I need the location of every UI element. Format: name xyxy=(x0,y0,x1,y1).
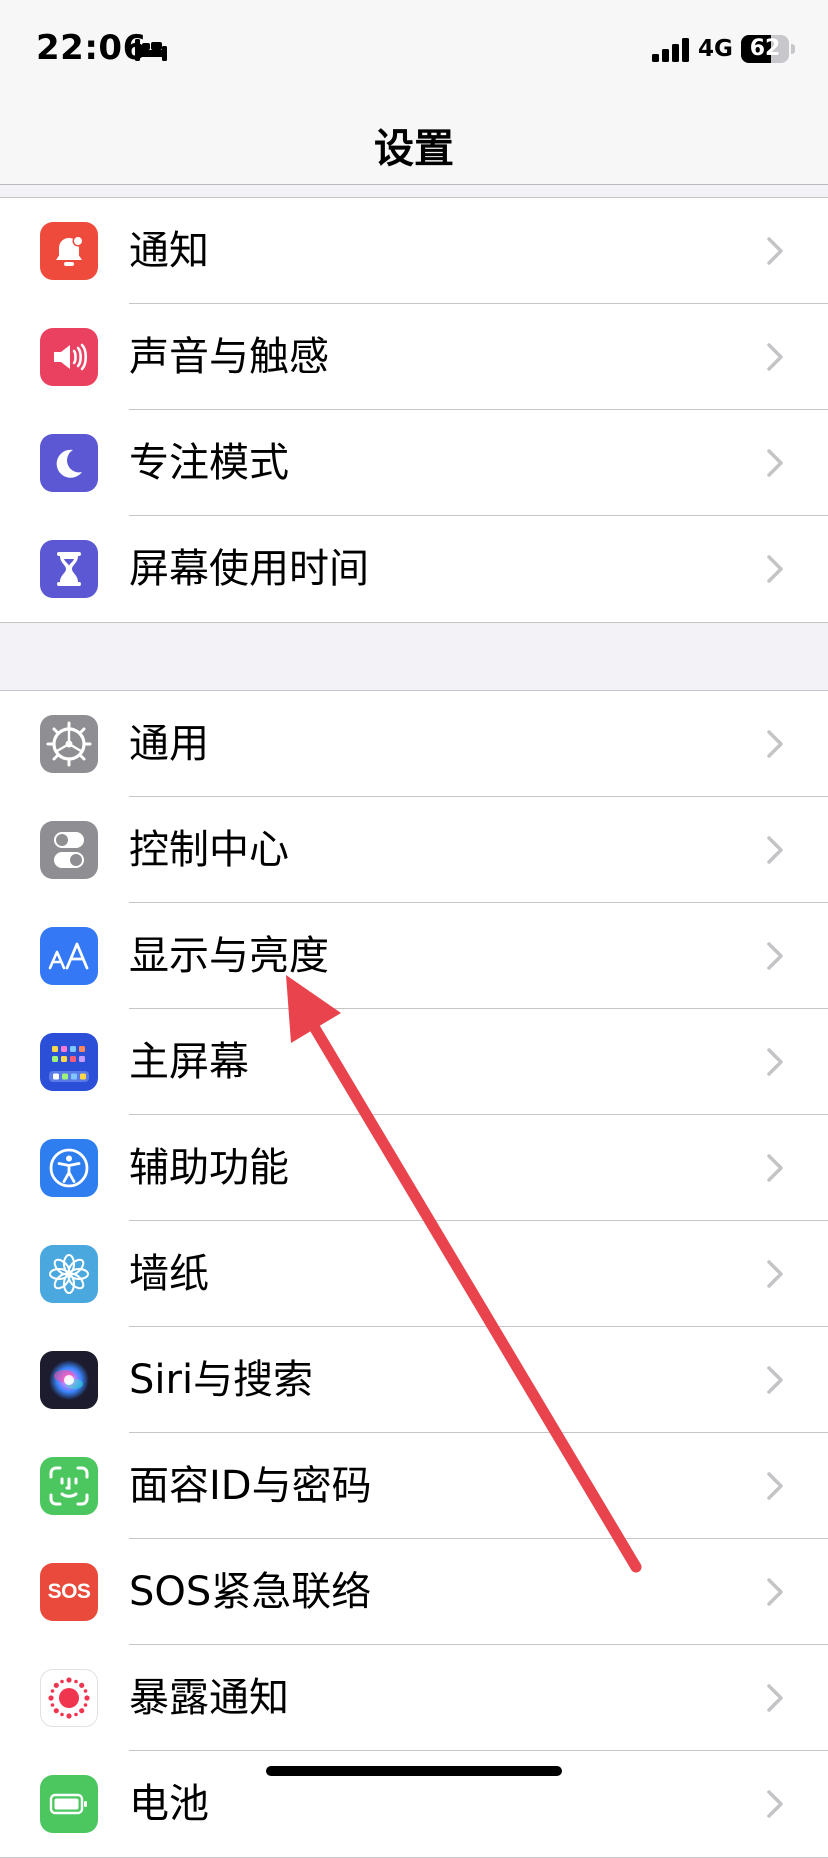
chevron-right-icon xyxy=(767,449,783,477)
navigation-bar: 设置 xyxy=(0,100,828,185)
settings-row-emergency-sos[interactable]: SOS SOS紧急联络 xyxy=(0,1539,828,1645)
sleep-bed-icon xyxy=(135,39,167,61)
settings-row-wallpaper[interactable]: 墙纸 xyxy=(0,1221,828,1327)
chevron-right-icon xyxy=(767,1578,783,1606)
toggle-switches-icon xyxy=(40,821,98,879)
settings-row-label: 电池 xyxy=(129,1781,209,1827)
settings-group-1: 通知 声音与触感 专注模式 屏幕使用时间 xyxy=(0,197,828,623)
settings-row-label: 辅助功能 xyxy=(129,1145,289,1191)
settings-row-label: 专注模式 xyxy=(129,440,289,486)
settings-row-label: 声音与触感 xyxy=(129,334,329,380)
settings-row-general[interactable]: 通用 xyxy=(0,691,828,797)
settings-row-label: 通用 xyxy=(129,721,209,767)
speaker-icon xyxy=(40,328,98,386)
settings-row-display-brightness[interactable]: 显示与亮度 xyxy=(0,903,828,1009)
settings-row-label: 墙纸 xyxy=(129,1251,209,1297)
chevron-right-icon xyxy=(767,1260,783,1288)
battery-cap xyxy=(791,44,795,54)
notification-bell-icon xyxy=(40,222,98,280)
chevron-right-icon xyxy=(767,1366,783,1394)
chevron-right-icon xyxy=(767,237,783,265)
chevron-right-icon xyxy=(767,1790,783,1818)
home-indicator xyxy=(266,1766,562,1776)
settings-row-label: 主屏幕 xyxy=(129,1039,249,1085)
face-id-icon xyxy=(40,1457,98,1515)
settings-row-face-id-passcode[interactable]: 面容ID与密码 xyxy=(0,1433,828,1539)
exposure-dots-icon xyxy=(40,1669,98,1727)
chevron-right-icon xyxy=(767,343,783,371)
settings-row-accessibility[interactable]: 辅助功能 xyxy=(0,1115,828,1221)
settings-row-home-screen[interactable]: 主屏幕 xyxy=(0,1009,828,1115)
settings-row-control-center[interactable]: 控制中心 xyxy=(0,797,828,903)
settings-group-2: 通用 控制中心 显示与亮度 主屏幕 辅助功能 墙纸 Siri与搜索 面容ID与密… xyxy=(0,690,828,1858)
status-time: 22:06 xyxy=(36,28,147,68)
status-bar: 22:06 4G 62 xyxy=(0,0,828,100)
chevron-right-icon xyxy=(767,555,783,583)
chevron-right-icon xyxy=(767,1684,783,1712)
settings-row-label: Siri与搜索 xyxy=(129,1357,314,1403)
settings-row-label: 显示与亮度 xyxy=(129,933,329,979)
settings-row-exposure-notifications[interactable]: 暴露通知 xyxy=(0,1645,828,1751)
chevron-right-icon xyxy=(767,730,783,758)
chevron-right-icon xyxy=(767,1472,783,1500)
chevron-right-icon xyxy=(767,942,783,970)
cellular-signal-icon xyxy=(652,38,689,62)
hourglass-icon xyxy=(40,540,98,598)
sos-icon: SOS xyxy=(40,1563,98,1621)
moon-icon xyxy=(40,434,98,492)
settings-row-screen-time[interactable]: 屏幕使用时间 xyxy=(0,516,828,622)
network-type: 4G xyxy=(698,36,733,62)
settings-row-focus[interactable]: 专注模式 xyxy=(0,410,828,516)
chevron-right-icon xyxy=(767,836,783,864)
settings-row-siri-search[interactable]: Siri与搜索 xyxy=(0,1327,828,1433)
sos-icon-text: SOS xyxy=(47,1580,91,1603)
chevron-right-icon xyxy=(767,1048,783,1076)
settings-row-label: 屏幕使用时间 xyxy=(129,546,369,592)
flower-icon xyxy=(40,1245,98,1303)
settings-row-label: 暴露通知 xyxy=(129,1675,289,1721)
settings-row-label: 通知 xyxy=(129,228,209,274)
home-screen-grid-icon xyxy=(40,1033,98,1091)
battery-indicator: 62 xyxy=(741,35,789,63)
battery-icon xyxy=(40,1775,98,1833)
settings-row-label: 面容ID与密码 xyxy=(129,1463,372,1509)
settings-row-label: SOS紧急联络 xyxy=(129,1569,372,1615)
settings-row-label: 控制中心 xyxy=(129,827,289,873)
accessibility-icon xyxy=(40,1139,98,1197)
gear-icon xyxy=(40,715,98,773)
chevron-right-icon xyxy=(767,1154,783,1182)
battery-percentage: 62 xyxy=(749,36,781,61)
settings-row-sounds[interactable]: 声音与触感 xyxy=(0,304,828,410)
text-size-aa-icon xyxy=(40,927,98,985)
page-title: 设置 xyxy=(374,126,454,172)
settings-row-notifications[interactable]: 通知 xyxy=(0,198,828,304)
siri-orb-icon xyxy=(40,1351,98,1409)
